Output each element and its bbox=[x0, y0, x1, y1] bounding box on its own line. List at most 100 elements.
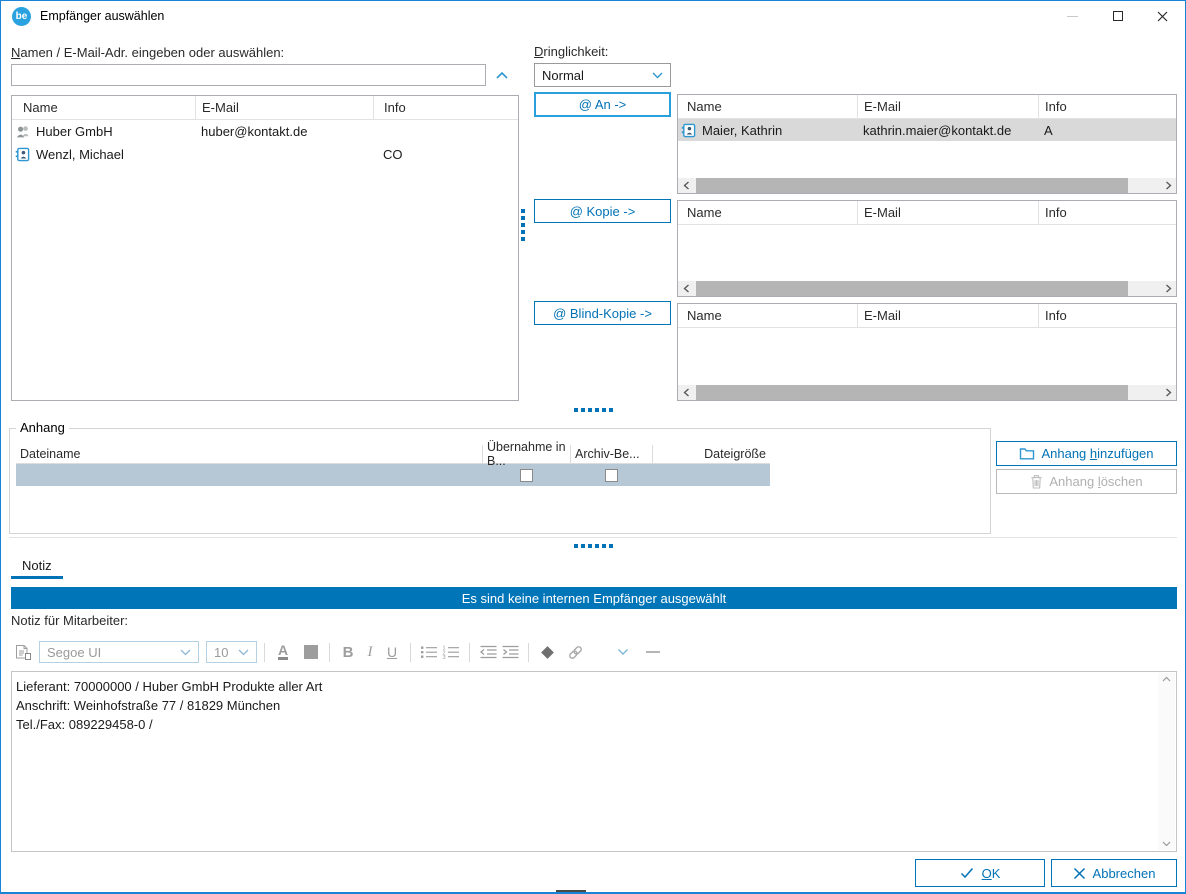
company-contact-icon bbox=[15, 124, 31, 139]
column-header-email[interactable]: E-Mail bbox=[857, 304, 1038, 327]
column-header-info[interactable]: Info bbox=[1038, 95, 1176, 118]
close-button[interactable] bbox=[1140, 1, 1185, 31]
scroll-down-icon[interactable] bbox=[1162, 841, 1171, 847]
scrollbar-thumb[interactable] bbox=[696, 385, 1128, 400]
contact-email: kathrin.maier@kontakt.de bbox=[857, 119, 1038, 141]
bold-button[interactable]: B bbox=[337, 640, 359, 664]
column-header-info[interactable]: Info bbox=[1038, 304, 1176, 327]
scrollbar-thumb[interactable] bbox=[696, 178, 1128, 193]
source-contacts-table: Name E-Mail Info Huber GmbH huber@kontak… bbox=[11, 95, 519, 401]
check-icon bbox=[960, 867, 974, 879]
indent-button[interactable] bbox=[499, 640, 521, 664]
numbered-list-button[interactable]: 123 bbox=[440, 640, 462, 664]
table-row-selected[interactable]: Maier, Kathrin kathrin.maier@kontakt.de … bbox=[678, 119, 1176, 141]
font-color-button[interactable]: A bbox=[272, 640, 294, 664]
urgency-label-rest: ringlichkeit: bbox=[543, 44, 608, 59]
font-size-select[interactable]: 10 bbox=[206, 641, 257, 663]
uebernahme-checkbox[interactable] bbox=[520, 469, 533, 482]
note-label: Notiz für Mitarbeiter: bbox=[11, 613, 128, 628]
italic-button[interactable]: I bbox=[359, 640, 381, 664]
section-divider bbox=[9, 537, 1177, 538]
column-header-name[interactable]: Name bbox=[678, 201, 857, 224]
contact-card-icon bbox=[15, 147, 31, 162]
chevron-down-icon bbox=[652, 72, 663, 79]
vertical-scrollbar[interactable] bbox=[1158, 673, 1175, 850]
add-to-button[interactable]: @ An -> bbox=[534, 92, 671, 117]
table-row[interactable]: Huber GmbH huber@kontakt.de bbox=[12, 120, 518, 143]
scroll-left-icon[interactable] bbox=[678, 385, 694, 400]
contact-info: CO bbox=[373, 143, 518, 166]
bottom-resize-grip[interactable] bbox=[556, 890, 586, 892]
format-toolbar: Segoe UI 10 A B I U 123 bbox=[11, 639, 1177, 665]
horizontal-splitter[interactable] bbox=[574, 408, 613, 412]
attachments-group-label: Anhang bbox=[16, 420, 69, 435]
cancel-button[interactable]: Abbrechen bbox=[1051, 859, 1177, 887]
column-header-info[interactable]: Info bbox=[373, 96, 518, 119]
outdent-button[interactable] bbox=[477, 640, 499, 664]
scroll-right-icon[interactable] bbox=[1160, 178, 1176, 193]
tab-notiz[interactable]: Notiz bbox=[22, 558, 52, 573]
urgency-value: Normal bbox=[542, 68, 652, 83]
scroll-right-icon[interactable] bbox=[1160, 385, 1176, 400]
toolbar-separator bbox=[264, 643, 265, 662]
minimize-icon bbox=[1067, 16, 1078, 17]
column-header-name[interactable]: Name bbox=[678, 95, 857, 118]
cc-recipients-table: Name E-Mail Info bbox=[677, 200, 1177, 297]
bcc-recipients-table: Name E-Mail Info bbox=[677, 303, 1177, 401]
minimize-button[interactable] bbox=[1050, 1, 1095, 31]
more-options-chevron-icon[interactable] bbox=[612, 640, 634, 664]
column-header-dateiname[interactable]: Dateiname bbox=[16, 445, 482, 463]
column-header-email[interactable]: E-Mail bbox=[195, 96, 373, 119]
column-header-info[interactable]: Info bbox=[1038, 201, 1176, 224]
column-header-name[interactable]: Name bbox=[678, 304, 857, 327]
collapse-chevron-up-icon[interactable] bbox=[495, 71, 509, 80]
table-row[interactable]: Wenzl, Michael CO bbox=[12, 143, 518, 166]
horizontal-scrollbar[interactable] bbox=[678, 385, 1176, 400]
note-editor[interactable]: Lieferant: 70000000 / Huber GmbH Produkt… bbox=[11, 671, 1177, 852]
note-line: Tel./Fax: 089229458-0 / bbox=[12, 715, 1152, 734]
add-cc-button[interactable]: @ Kopie -> bbox=[534, 199, 671, 223]
scroll-left-icon[interactable] bbox=[678, 281, 694, 296]
contact-name: Huber GmbH bbox=[36, 124, 113, 139]
window-title: Empfänger auswählen bbox=[40, 9, 164, 23]
column-header-name[interactable]: Name bbox=[12, 96, 195, 119]
scroll-left-icon[interactable] bbox=[678, 178, 694, 193]
scrollbar-thumb[interactable] bbox=[696, 281, 1128, 296]
column-header-dateigroesse[interactable]: Dateigröße bbox=[652, 445, 770, 463]
horizontal-scrollbar[interactable] bbox=[678, 281, 1176, 296]
attachment-row[interactable] bbox=[16, 464, 770, 486]
add-cc-button-label: @ Kopie -> bbox=[570, 204, 636, 219]
scroll-right-icon[interactable] bbox=[1160, 281, 1176, 296]
contact-name: Maier, Kathrin bbox=[702, 123, 782, 138]
column-header-uebernahme[interactable]: Übernahme in B... bbox=[482, 445, 570, 463]
column-header-email[interactable]: E-Mail bbox=[857, 95, 1038, 118]
maximize-icon bbox=[1113, 11, 1123, 21]
contact-info: A bbox=[1038, 119, 1176, 141]
archiv-checkbox[interactable] bbox=[605, 469, 618, 482]
underline-button[interactable]: U bbox=[381, 640, 403, 664]
cancel-label: Abbrechen bbox=[1093, 866, 1156, 881]
insert-textblock-icon[interactable] bbox=[11, 640, 33, 664]
horizontal-scrollbar[interactable] bbox=[678, 178, 1176, 193]
bullet-list-button[interactable] bbox=[418, 640, 440, 664]
chevron-down-icon bbox=[180, 649, 191, 656]
urgency-select[interactable]: Normal bbox=[534, 63, 671, 87]
link-button[interactable] bbox=[564, 640, 586, 664]
ok-button[interactable]: OK bbox=[915, 859, 1045, 887]
column-header-email[interactable]: E-Mail bbox=[857, 201, 1038, 224]
delete-attachment-button[interactable]: Anhang löschen bbox=[996, 469, 1177, 494]
search-input[interactable] bbox=[11, 64, 486, 86]
horizontal-splitter[interactable] bbox=[574, 544, 613, 548]
dialog-empfaenger-auswaehlen: be Empfänger auswählen Namen / E-Mail-Ad… bbox=[0, 0, 1186, 894]
font-family-select[interactable]: Segoe UI bbox=[39, 641, 199, 663]
symbol-button[interactable] bbox=[536, 640, 558, 664]
add-bcc-button[interactable]: @ Blind-Kopie -> bbox=[534, 301, 671, 325]
scroll-up-icon[interactable] bbox=[1162, 676, 1171, 682]
tab-active-indicator bbox=[11, 576, 63, 579]
horizontal-rule-button[interactable] bbox=[642, 640, 664, 664]
maximize-button[interactable] bbox=[1095, 1, 1140, 31]
highlight-color-button[interactable] bbox=[300, 640, 322, 664]
column-header-archiv[interactable]: Archiv-Be... bbox=[570, 445, 652, 463]
add-attachment-button[interactable]: Anhang hinzufügen bbox=[996, 441, 1177, 466]
vertical-splitter[interactable] bbox=[521, 209, 525, 241]
